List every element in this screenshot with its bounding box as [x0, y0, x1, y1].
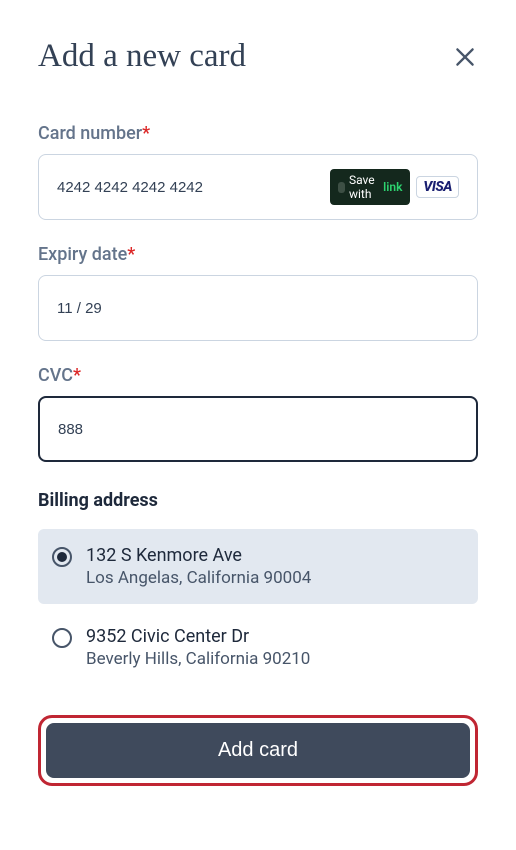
- visa-icon: VISA: [416, 176, 459, 198]
- billing-address-option[interactable]: 132 S Kenmore Ave Los Angelas, Californi…: [38, 529, 478, 604]
- billing-heading: Billing address: [38, 490, 478, 511]
- card-number-input[interactable]: [57, 179, 330, 196]
- expiry-label: Expiry date*: [38, 244, 478, 265]
- radio-icon: [52, 628, 72, 648]
- radio-icon: [52, 547, 72, 567]
- address-line2: Beverly Hills, California 90210: [86, 649, 310, 669]
- add-card-button[interactable]: Add card: [46, 723, 470, 778]
- checkbox-icon: [338, 182, 345, 193]
- address-line1: 132 S Kenmore Ave: [86, 545, 311, 566]
- billing-address-option[interactable]: 9352 Civic Center Dr Beverly Hills, Cali…: [38, 610, 478, 685]
- card-number-label: Card number*: [38, 123, 478, 144]
- expiry-input-wrap[interactable]: [38, 275, 478, 341]
- address-line1: 9352 Civic Center Dr: [86, 626, 310, 647]
- save-with-link-badge[interactable]: Save with link: [330, 169, 410, 205]
- page-title: Add a new card: [38, 38, 246, 75]
- add-card-button-highlight: Add card: [38, 715, 478, 786]
- cvc-label: CVC*: [38, 365, 478, 386]
- address-line2: Los Angelas, California 90004: [86, 568, 311, 588]
- cvc-input[interactable]: [58, 421, 458, 438]
- cvc-input-wrap[interactable]: [38, 396, 478, 462]
- card-number-input-wrap[interactable]: Save with link VISA: [38, 154, 478, 220]
- expiry-input[interactable]: [57, 300, 459, 317]
- close-icon[interactable]: [452, 44, 478, 70]
